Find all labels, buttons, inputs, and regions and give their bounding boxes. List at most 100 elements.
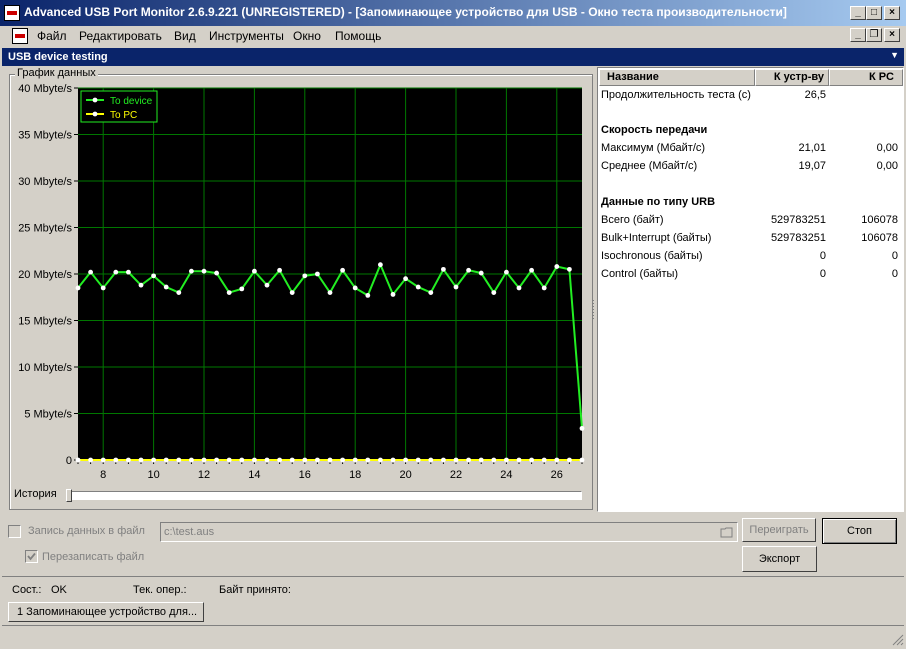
close-button[interactable]: ×: [884, 6, 900, 20]
data-point: [88, 457, 93, 463]
menu-file[interactable]: Файл: [37, 29, 67, 43]
data-point: [340, 267, 345, 273]
data-point: [264, 282, 270, 288]
data-point: [554, 457, 560, 463]
menu-tools[interactable]: Инструменты: [209, 29, 284, 43]
x-tick-label: 12: [198, 469, 210, 481]
record-to-file-checkbox[interactable]: [8, 525, 21, 538]
panel-dropdown-icon[interactable]: ▼: [890, 50, 899, 60]
legend-marker: [92, 111, 98, 117]
resize-grip-icon[interactable]: [892, 634, 904, 646]
x-tick-label: 26: [551, 469, 563, 481]
data-point: [327, 290, 333, 295]
data-point: [516, 285, 522, 291]
mdi-close-button[interactable]: ×: [884, 28, 900, 42]
data-point: [315, 271, 320, 277]
x-tick-label: 10: [147, 469, 159, 481]
data-point: [365, 457, 371, 463]
data-point: [491, 290, 497, 295]
data-point: [163, 457, 169, 463]
data-point: [403, 457, 408, 463]
stats-row-to-device: 0: [819, 268, 826, 280]
column-header-to-pc[interactable]: К PC: [829, 69, 903, 86]
stats-row-to-device: 19,07: [798, 160, 826, 172]
y-tick-label: 30 Mbyte/s: [18, 176, 72, 188]
data-point: [529, 267, 534, 273]
stats-row-name: Максимум (Мбайт/с): [601, 142, 706, 154]
menu-window[interactable]: Окно: [293, 29, 321, 43]
data-point: [151, 273, 157, 279]
y-tick-label: 35 Mbyte/s: [18, 130, 72, 142]
data-point: [478, 457, 484, 463]
replay-button[interactable]: Переиграть: [742, 518, 816, 542]
overwrite-file-checkbox[interactable]: [25, 550, 38, 563]
data-point: [504, 457, 509, 463]
data-point: [529, 457, 534, 463]
file-path-input[interactable]: c:\test.aus: [160, 522, 738, 542]
data-point: [239, 286, 245, 292]
stats-table: Название К устр-ву К PC Продолжительност…: [597, 67, 904, 512]
record-to-file-label: Запись данных в файл: [28, 525, 145, 537]
data-point: [453, 284, 459, 290]
app-icon[interactable]: [4, 5, 20, 21]
data-point: [163, 284, 169, 290]
status-current-op-label: Тек. опер.:: [133, 584, 187, 596]
data-point: [226, 290, 232, 295]
y-tick-label: 40 Mbyte/s: [18, 83, 72, 95]
data-point: [277, 267, 282, 273]
panel-title: USB device testing: [8, 51, 108, 63]
data-point: [567, 266, 572, 272]
document-icon[interactable]: [12, 28, 28, 44]
legend: To device To PC: [80, 90, 158, 123]
data-point: [75, 285, 81, 291]
window-title: Advanced USB Port Monitor 2.6.9.221 (UNR…: [24, 5, 787, 19]
data-point: [428, 290, 434, 295]
history-thumb[interactable]: [66, 489, 72, 502]
data-point: [289, 457, 295, 463]
x-tick-label: 18: [349, 469, 361, 481]
data-point: [403, 276, 408, 282]
mdi-restore-button[interactable]: ❐: [866, 28, 882, 42]
mdi-minimize-button[interactable]: _: [850, 28, 866, 42]
data-point: [340, 457, 345, 463]
y-axis-labels: 0 5 Mbyte/s 10 Mbyte/s 15 Mbyte/s 20 Mbyte/s…: [18, 83, 72, 467]
folder-browse-icon[interactable]: [719, 524, 735, 540]
data-point: [214, 270, 220, 276]
data-point: [390, 292, 396, 297]
menu-view[interactable]: Вид: [174, 29, 196, 43]
x-tick-label: 24: [500, 469, 512, 481]
minimize-button[interactable]: _: [850, 6, 866, 20]
column-header-to-device[interactable]: К устр-ву: [755, 69, 829, 86]
history-label: История: [14, 488, 57, 500]
window-tab[interactable]: 1 Запоминающее устройство для...: [8, 602, 204, 622]
stop-button[interactable]: Стоп: [822, 518, 897, 544]
status-divider: [2, 576, 904, 577]
stats-row-to-device: 21,01: [798, 142, 826, 154]
status-state-label: Сост.:: [12, 584, 42, 596]
stats-row-name: Среднее (Мбайт/с): [601, 160, 698, 172]
bottom-divider: [2, 625, 904, 626]
stats-row-to-device: 26,5: [804, 89, 826, 101]
maximize-button[interactable]: □: [866, 6, 882, 20]
data-point: [352, 457, 358, 463]
title-bar[interactable]: Advanced USB Port Monitor 2.6.9.221 (UNR…: [0, 0, 906, 26]
data-point: [113, 457, 119, 463]
data-point: [176, 290, 182, 295]
splitter-grip[interactable]: [592, 300, 595, 320]
data-point: [189, 268, 194, 274]
column-header-name[interactable]: Название: [599, 69, 755, 86]
y-tick-label: 25 Mbyte/s: [18, 223, 72, 235]
export-button[interactable]: Экспорт: [742, 546, 817, 572]
data-point: [151, 457, 157, 463]
x-tick-label: 14: [248, 469, 260, 481]
data-point: [415, 457, 421, 463]
menu-help[interactable]: Помощь: [335, 29, 381, 43]
file-path-value: c:\test.aus: [164, 526, 215, 538]
data-point: [126, 457, 131, 463]
data-point: [579, 425, 585, 431]
data-point: [378, 262, 383, 268]
stats-row-name: Bulk+Interrupt (байты): [601, 232, 712, 244]
data-point: [252, 457, 257, 463]
menu-edit[interactable]: Редактировать: [79, 29, 162, 43]
history-scrollbar[interactable]: [70, 491, 582, 500]
